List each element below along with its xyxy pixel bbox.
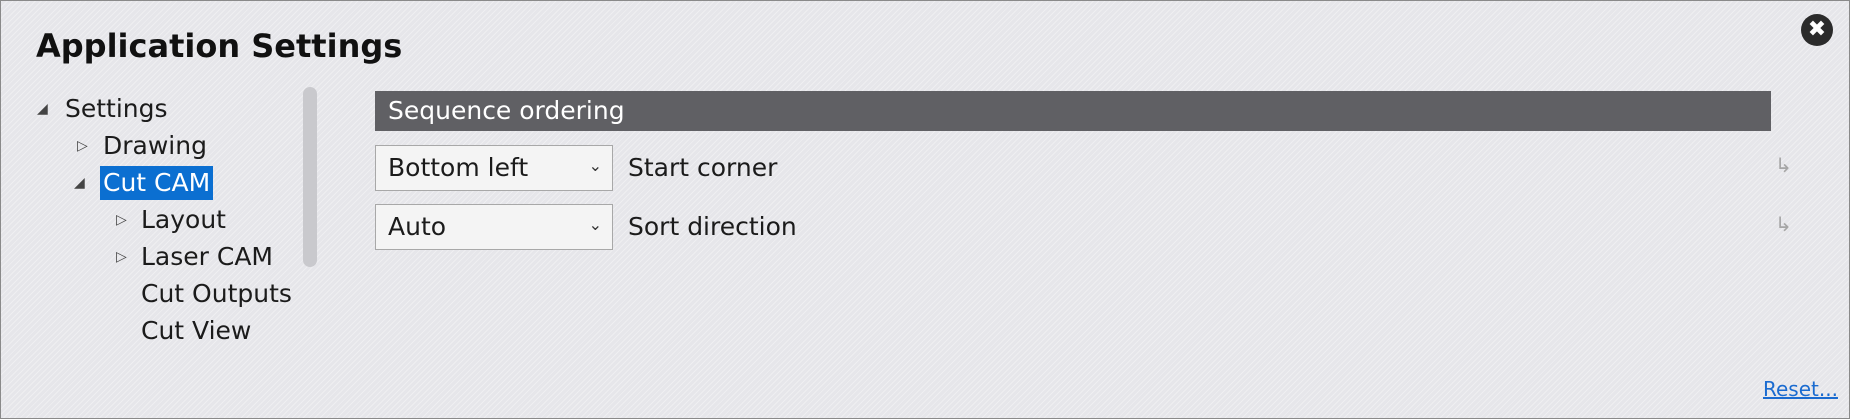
tree-item-label: Drawing [103,131,207,160]
expand-arrow-icon[interactable]: ▷ [116,203,127,237]
reset-setting-icon[interactable]: ↳ [1775,212,1792,236]
tree-item-label: Layout [141,205,226,234]
tree-item-label: Cut View [141,316,252,345]
tree-item-label: Laser CAM [141,242,274,271]
tree-scrollbar[interactable] [303,87,317,267]
start-corner-dropdown[interactable]: Bottom left ⌄ [375,145,613,191]
expand-arrow-icon[interactable]: ▷ [77,129,88,163]
chevron-down-icon: ⌄ [588,156,602,175]
tree-item-label: Cut CAM [100,166,214,200]
start-corner-label: Start corner [628,153,778,182]
window-title: Application Settings [36,27,403,65]
collapse-arrow-icon[interactable]: ◢ [37,92,48,126]
settings-window: Application Settings ✖ ◢ Settings ▷ Draw… [0,0,1850,419]
expand-arrow-icon[interactable]: ▷ [116,240,127,274]
tree-item-label: Cut Outputs [141,279,292,308]
sort-direction-label: Sort direction [628,212,797,241]
chevron-down-icon: ⌄ [588,215,602,234]
dropdown-value: Auto [388,212,447,241]
reset-setting-icon[interactable]: ↳ [1775,153,1792,177]
sort-direction-dropdown[interactable]: Auto ⌄ [375,204,613,250]
section-title: Sequence ordering [388,96,625,125]
collapse-arrow-icon[interactable]: ◢ [74,166,85,200]
close-icon[interactable]: ✖ [1801,14,1833,46]
section-header: Sequence ordering [375,91,1771,131]
dropdown-value: Bottom left [388,153,529,182]
tree-item-label: Settings [65,94,168,123]
reset-link[interactable]: Reset... [1763,377,1838,401]
